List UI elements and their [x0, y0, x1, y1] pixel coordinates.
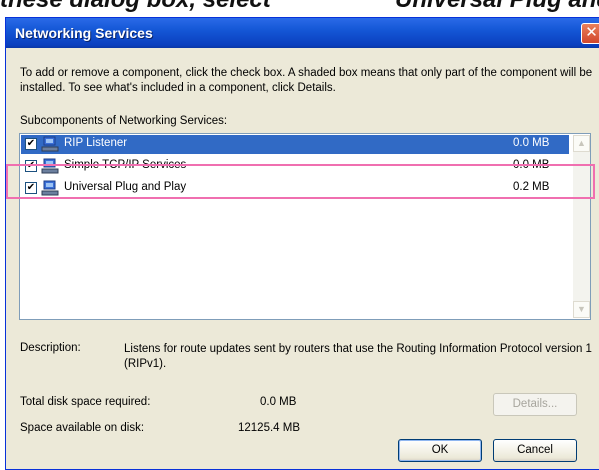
scroll-down-button[interactable]: ▼	[573, 301, 590, 318]
title-bar[interactable]: Networking Services ✕	[6, 18, 599, 48]
caption-left: these dialog box, select	[0, 0, 271, 14]
details-button[interactable]: Details...	[493, 393, 577, 416]
instructions-text: To add or remove a component, click the …	[20, 67, 593, 94]
description-text: Listens for route updates sent by router…	[124, 343, 592, 370]
cancel-button[interactable]: Cancel	[493, 439, 577, 462]
chevron-up-icon: ▲	[577, 138, 586, 148]
dialog-title: Networking Services	[15, 25, 153, 41]
scroll-up-button[interactable]: ▲	[573, 135, 590, 152]
chevron-down-icon: ▼	[577, 304, 586, 314]
list-item-rip-listener[interactable]: ✔ RIP Listener 0.0 MB	[21, 135, 569, 154]
highlight-box	[6, 164, 595, 199]
description-label: Description:	[20, 342, 81, 354]
disk-required-label: Total disk space required:	[20, 396, 151, 408]
network-service-icon	[41, 136, 59, 152]
subcomponents-list[interactable]: ✔ RIP Listener 0.0 MB ✔ Simple TCP/IP Se…	[19, 133, 591, 320]
close-icon: ✕	[585, 24, 598, 41]
close-button[interactable]: ✕	[581, 23, 599, 44]
list-scrollbar[interactable]: ▲ ▼	[573, 135, 590, 318]
caption-right: Universal Plug and Pla	[395, 0, 599, 14]
disk-available-label: Space available on disk:	[20, 422, 145, 434]
page-caption: these dialog box, select Universal Plug …	[0, 0, 599, 16]
component-size: 0.0 MB	[513, 137, 550, 149]
checkbox-rip-listener[interactable]: ✔	[25, 138, 37, 150]
networking-services-dialog: Networking Services ✕ To add or remove a…	[5, 17, 599, 470]
subcomponents-label: Subcomponents of Networking Services:	[20, 115, 228, 127]
component-name: RIP Listener	[64, 137, 128, 149]
disk-available-value: 12125.4 MB	[238, 422, 301, 434]
disk-required-value: 0.0 MB	[260, 396, 297, 408]
ok-button[interactable]: OK	[398, 439, 482, 462]
